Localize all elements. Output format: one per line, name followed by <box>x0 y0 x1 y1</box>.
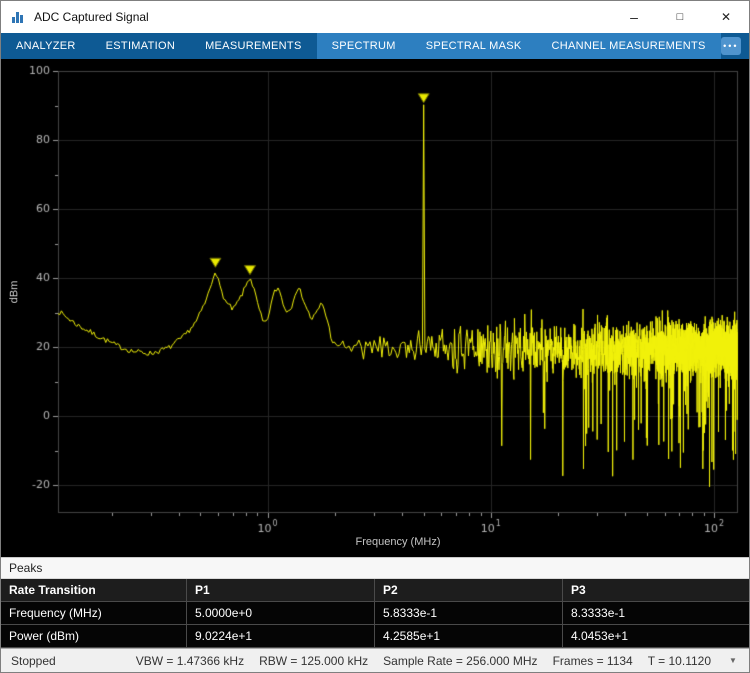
window-title: ADC Captured Signal <box>34 10 149 24</box>
y-axis-label: dBm <box>8 280 21 304</box>
toolstrip: ANALYZER ESTIMATION MEASUREMENTS SPECTRU… <box>1 33 749 59</box>
title-bar: ADC Captured Signal – □ ✕ <box>1 1 749 33</box>
maximize-icon: □ <box>676 11 684 23</box>
ellipsis-icon: ••• <box>723 40 739 51</box>
peaks-table: Rate Transition P1 P2 P3 Frequency (MHz)… <box>1 579 749 648</box>
status-bar: Stopped VBW = 1.47366 kHz RBW = 125.000 … <box>1 648 749 672</box>
app-window: ADC Captured Signal – □ ✕ ANALYZER ESTIM… <box>0 0 750 673</box>
peaks-panel-title: Peaks <box>9 561 43 575</box>
peaks-power-p3: 4.0453e+1 <box>563 625 749 648</box>
tab-channel-measurements[interactable]: CHANNEL MEASUREMENTS <box>537 33 721 59</box>
status-frames: Frames = 1134 <box>552 653 633 668</box>
peaks-power-p1: 9.0224e+1 <box>187 625 375 648</box>
tab-spectral-mask[interactable]: SPECTRAL MASK <box>411 33 537 59</box>
peaks-frequency-p1: 5.0000e+0 <box>187 602 375 625</box>
peaks-panel-header: Peaks <box>1 557 749 579</box>
minimize-button[interactable]: – <box>611 1 657 33</box>
tab-analyzer[interactable]: ANALYZER <box>1 33 91 59</box>
close-icon: ✕ <box>720 10 732 24</box>
peaks-col-p3: P3 <box>563 579 749 602</box>
tab-spectrum[interactable]: SPECTRUM <box>317 33 411 59</box>
peaks-col-signal: Rate Transition <box>1 579 187 602</box>
peaks-frequency-p2: 5.8333e-1 <box>375 602 563 625</box>
spectrum-chart: dBm Frequency (MHz) <box>1 59 749 557</box>
status-sample-rate: Sample Rate = 256.000 MHz <box>383 653 538 668</box>
spectrum-plot-canvas[interactable] <box>1 59 749 557</box>
tab-measurements[interactable]: MEASUREMENTS <box>190 33 317 59</box>
chevron-down-icon: ▼ <box>729 655 737 665</box>
peaks-row-frequency-label: Frequency (MHz) <box>1 602 187 625</box>
x-axis-label: Frequency (MHz) <box>355 536 441 548</box>
peaks-row-power-label: Power (dBm) <box>1 625 187 648</box>
close-button[interactable]: ✕ <box>703 1 749 33</box>
status-expand-button[interactable]: ▼ <box>723 653 743 669</box>
minimize-icon: – <box>630 9 638 25</box>
window-controls: – □ ✕ <box>611 1 749 33</box>
contextual-tab-group: SPECTRUM SPECTRAL MASK CHANNEL MEASUREME… <box>316 33 721 59</box>
status-time: T = 10.1120 <box>647 653 711 668</box>
app-icon <box>10 9 26 25</box>
tab-estimation[interactable]: ESTIMATION <box>91 33 190 59</box>
status-rbw: RBW = 125.000 kHz <box>259 653 369 668</box>
status-vbw: VBW = 1.47366 kHz <box>135 653 245 668</box>
peaks-col-p1: P1 <box>187 579 375 602</box>
peaks-frequency-p3: 8.3333e-1 <box>563 602 749 625</box>
peaks-power-p2: 4.2585e+1 <box>375 625 563 648</box>
peaks-col-p2: P2 <box>375 579 563 602</box>
maximize-button[interactable]: □ <box>657 1 703 33</box>
status-state: Stopped <box>11 653 56 668</box>
toolstrip-overflow-button[interactable]: ••• <box>720 37 741 55</box>
